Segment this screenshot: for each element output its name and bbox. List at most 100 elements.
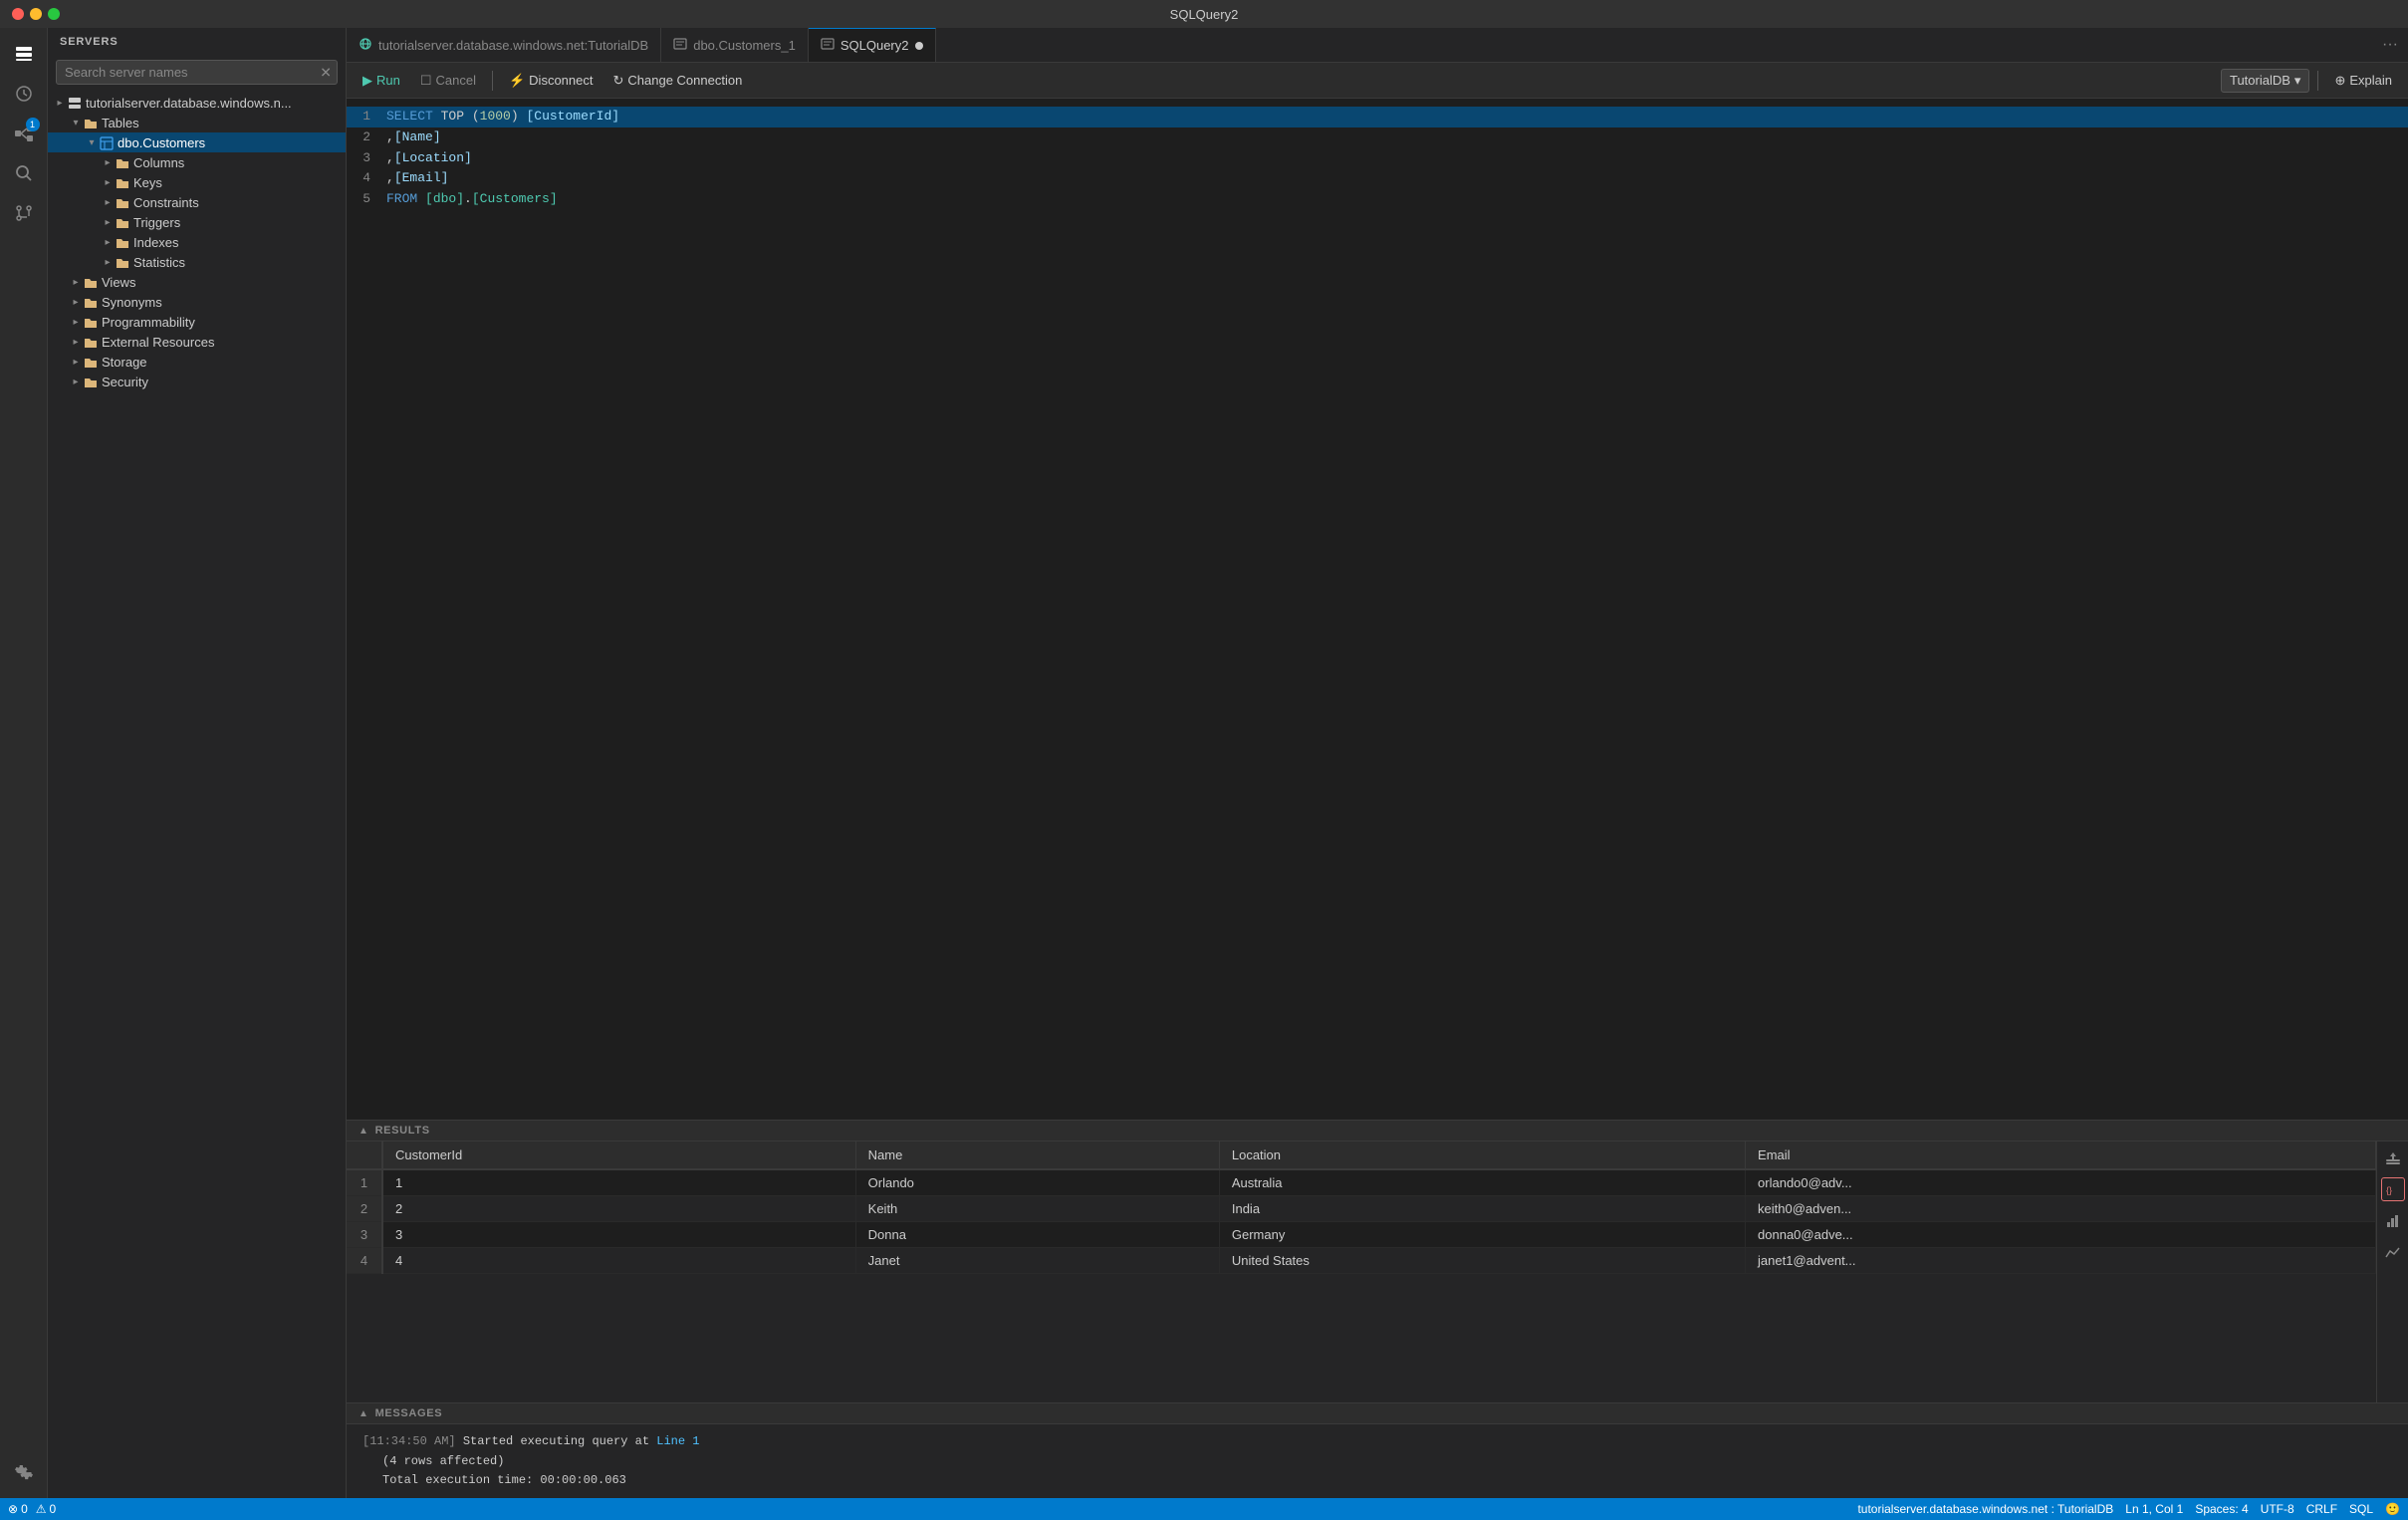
tree-item[interactable]: ▸Columns <box>48 152 346 172</box>
settings-icon[interactable] <box>6 1454 42 1490</box>
message-line-2: (4 rows affected) <box>362 1452 2392 1471</box>
change-connection-button[interactable]: ↻ Change Connection <box>604 70 750 92</box>
run-button[interactable]: ▶ Run <box>355 70 408 92</box>
search-input[interactable] <box>56 60 338 85</box>
tree-item[interactable]: ▸Indexes <box>48 232 346 252</box>
tree-item[interactable]: ▸Storage <box>48 352 346 372</box>
messages-header[interactable]: ▲ MESSAGES <box>347 1403 2408 1424</box>
smiley-icon: 🙂 <box>2385 1502 2400 1516</box>
tree-item[interactable]: ▸tutorialserver.database.windows.n... <box>48 93 346 113</box>
status-server[interactable]: tutorialserver.database.windows.net : Tu… <box>1857 1502 2113 1516</box>
code-editor[interactable]: 1SELECT TOP (1000) [CustomerId]2 ,[Name]… <box>347 99 2408 1120</box>
disconnect-icon: ⚡ <box>509 73 525 89</box>
status-smiley[interactable]: 🙂 <box>2385 1502 2400 1516</box>
tree-item[interactable]: ▸Programmability <box>48 312 346 332</box>
tab-bar: tutorialserver.database.windows.net:Tuto… <box>347 28 2408 63</box>
database-selector[interactable]: TutorialDB ▾ <box>2221 69 2309 93</box>
table-cell: Germany <box>1219 1222 1745 1248</box>
titlebar: SQLQuery2 <box>0 0 2408 28</box>
table-cell: orlando0@adv... <box>1746 1169 2376 1196</box>
toolbar: ▶ Run ☐ Cancel ⚡ Disconnect ↻ Change Con… <box>347 63 2408 99</box>
tree-item[interactable]: ▸Statistics <box>48 252 346 272</box>
status-errors[interactable]: ⊗ 0 <box>8 1502 28 1516</box>
close-button[interactable] <box>12 8 24 20</box>
table-cell: Keith <box>855 1196 1219 1222</box>
error-count: 0 <box>21 1502 28 1516</box>
encoding-label: UTF-8 <box>2261 1502 2294 1516</box>
servers-icon[interactable] <box>6 36 42 72</box>
status-position[interactable]: Ln 1, Col 1 <box>2125 1502 2183 1516</box>
cancel-button[interactable]: ☐ Cancel <box>412 70 484 92</box>
folder-icon <box>84 294 98 310</box>
tree-item[interactable]: ▾Tables <box>48 113 346 132</box>
chart-icon[interactable] <box>2381 1209 2405 1233</box>
table-cell: Australia <box>1219 1169 1745 1196</box>
tree-arrow-icon: ▸ <box>100 174 116 190</box>
tree-arrow-icon: ▸ <box>68 374 84 389</box>
folder-icon <box>116 254 129 270</box>
tree-item[interactable]: ▸Synonyms <box>48 292 346 312</box>
status-warnings[interactable]: ⚠ 0 <box>36 1502 56 1516</box>
tree-item[interactable]: ▸Triggers <box>48 212 346 232</box>
tree-item[interactable]: ▸Views <box>48 272 346 292</box>
status-language[interactable]: SQL <box>2349 1502 2373 1516</box>
status-spaces[interactable]: Spaces: 4 <box>2195 1502 2248 1516</box>
tree-item[interactable]: ▸Constraints <box>48 192 346 212</box>
row-number: 1 <box>347 1169 382 1196</box>
maximize-button[interactable] <box>48 8 60 20</box>
tree-item[interactable]: ▸Security <box>48 372 346 391</box>
tab-label: dbo.Customers_1 <box>693 38 796 53</box>
folder-icon <box>116 214 129 230</box>
connections-icon[interactable]: 1 <box>6 116 42 151</box>
status-line-ending[interactable]: CRLF <box>2306 1502 2337 1516</box>
search-icon[interactable] <box>6 155 42 191</box>
explain-button[interactable]: ⊕ Explain <box>2326 70 2400 92</box>
results-table-wrapper[interactable]: CustomerIdNameLocationEmail11OrlandoAust… <box>347 1141 2376 1402</box>
tree-arrow-icon: ▸ <box>68 334 84 350</box>
statusbar-left: ⊗ 0 ⚠ 0 <box>8 1502 56 1516</box>
minimize-button[interactable] <box>30 8 42 20</box>
json-icon[interactable]: {} <box>2381 1177 2405 1201</box>
table-row: 33DonnaGermanydonna0@adve... <box>347 1222 2376 1248</box>
disconnect-button[interactable]: ⚡ Disconnect <box>501 70 602 92</box>
tree-item-label: tutorialserver.database.windows.n... <box>86 96 292 111</box>
source-control-icon[interactable] <box>6 195 42 231</box>
folder-icon <box>84 274 98 290</box>
tree-item[interactable]: ▸ External Resources <box>48 332 346 352</box>
column-header: Location <box>1219 1141 1745 1169</box>
message-line-1: [11:34:50 AM] Started executing query at… <box>362 1432 2392 1451</box>
export-icon[interactable] <box>2381 1145 2405 1169</box>
status-encoding[interactable]: UTF-8 <box>2261 1502 2294 1516</box>
folder-icon <box>84 115 98 130</box>
editor-tab[interactable]: tutorialserver.database.windows.net:Tuto… <box>347 28 661 62</box>
tree-arrow-icon: ▸ <box>100 254 116 270</box>
message-link[interactable]: Line 1 <box>656 1434 699 1448</box>
tree-item-label: Columns <box>133 155 184 170</box>
search-clear-icon[interactable]: ✕ <box>320 64 332 81</box>
editor-tab[interactable]: dbo.Customers_1 <box>661 28 809 62</box>
tab-more-button[interactable]: ··· <box>2372 36 2408 54</box>
history-icon[interactable] <box>6 76 42 112</box>
graph-icon[interactable] <box>2381 1241 2405 1265</box>
tree-arrow-icon: ▸ <box>100 214 116 230</box>
table-cell: janet1@advent... <box>1746 1248 2376 1274</box>
tree-item[interactable]: ▾dbo.Customers <box>48 132 346 152</box>
table-icon <box>100 134 114 150</box>
message-line-3: Total execution time: 00:00:00.063 <box>362 1471 2392 1490</box>
chevron-down-icon: ▾ <box>2294 73 2301 89</box>
row-number: 3 <box>347 1222 382 1248</box>
tree-item-label: Keys <box>133 175 162 190</box>
tree-item-label: Synonyms <box>102 295 162 310</box>
message-text-1: Started executing query at <box>463 1434 656 1448</box>
tree-arrow-icon: ▸ <box>68 274 84 290</box>
traffic-lights <box>12 8 60 20</box>
folder-icon <box>116 154 129 170</box>
tree-item-label: External Resources <box>102 335 214 350</box>
results-header[interactable]: ▲ RESULTS <box>347 1121 2408 1141</box>
line-number: 4 <box>347 168 386 189</box>
sidebar-header: SERVERS <box>48 28 346 56</box>
editor-tab[interactable]: SQLQuery2 <box>809 28 936 62</box>
cancel-checkbox-icon: ☐ <box>420 73 432 89</box>
tab-icon <box>673 37 687 54</box>
tree-item[interactable]: ▸ Keys <box>48 172 346 192</box>
